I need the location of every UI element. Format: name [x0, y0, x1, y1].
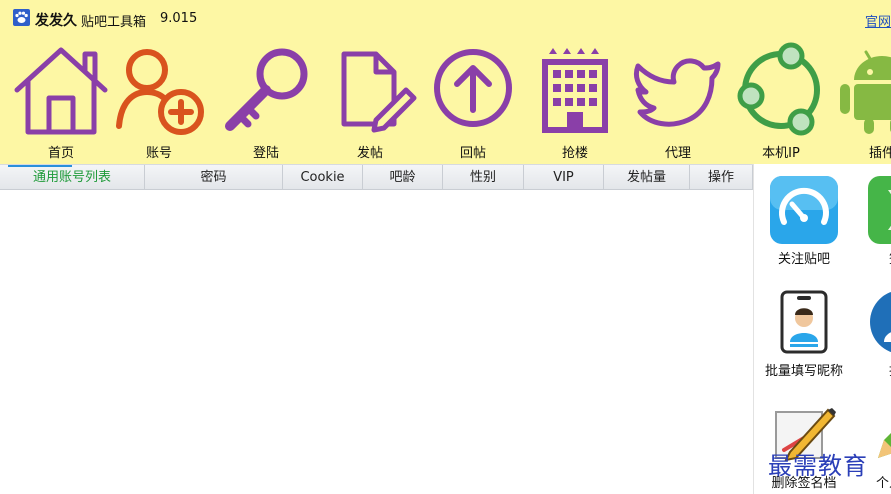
toolbar-local-ip-label: 本机IP: [762, 146, 800, 161]
toolbar-account-button[interactable]: 账号: [109, 36, 209, 164]
app-logo-icon: [13, 9, 30, 26]
feature-personal-button[interactable]: 个人资料: [854, 388, 891, 492]
toolbar-grab-label: 抢楼: [561, 146, 588, 161]
column-actions[interactable]: 操作: [690, 165, 753, 190]
toolbar-plugin-button[interactable]: 插件: [832, 36, 891, 164]
house-icon: [14, 47, 108, 135]
header: 发发久 贴吧工具箱 9.015 官网 首页 账号 登陆 发帖 回帖 抢楼 代理 …: [0, 0, 891, 164]
network-icon: [737, 42, 820, 136]
column-vip[interactable]: VIP: [524, 165, 604, 190]
column-password[interactable]: 密码: [145, 165, 283, 190]
bird-icon: [633, 58, 721, 127]
feature-batch-nickname-label: 批量填写昵称: [764, 364, 843, 379]
toolbar-login-label: 登陆: [252, 146, 279, 161]
account-table-header: 通用账号列表 密码 Cookie 吧龄 性别 VIP 发帖量 操作: [0, 164, 753, 190]
feature-follow-bar-button[interactable]: 关注贴吧: [756, 164, 852, 268]
toolbar-login-button[interactable]: 登陆: [216, 36, 316, 164]
toolbar-proxy-label: 代理: [664, 146, 691, 161]
app-subtitle: 贴吧工具箱: [81, 15, 147, 30]
column-gender[interactable]: 性别: [443, 165, 524, 190]
official-site-link[interactable]: 官网: [865, 11, 891, 30]
feature-sign-in-button[interactable]: 签到: [854, 164, 891, 268]
column-bar-age[interactable]: 吧龄: [363, 165, 443, 190]
toolbar-local-ip-button[interactable]: 本机IP: [731, 36, 831, 164]
feature-follow-bar-label: 关注贴吧: [777, 252, 830, 267]
toolbar-reply-label: 回帖: [459, 146, 486, 161]
feature-delete-signature-label: 删除签名档: [771, 476, 837, 491]
key-icon: [225, 48, 308, 131]
toolbar-home-label: 首页: [47, 146, 74, 161]
app-name: 发发久: [35, 13, 77, 29]
column-cookie[interactable]: Cookie: [283, 165, 363, 190]
account-table-body[interactable]: [0, 190, 753, 494]
active-tab-indicator: [8, 165, 72, 167]
upload-circle-icon: [434, 49, 512, 127]
toolbar-home-button[interactable]: 首页: [11, 36, 111, 164]
column-post-count[interactable]: 发帖量: [604, 165, 690, 190]
speedometer-icon: [770, 176, 838, 244]
toolbar-account-label: 账号: [145, 146, 172, 161]
app-window: 发发久 贴吧工具箱 9.015 官网 首页 账号 登陆 发帖 回帖 抢楼 代理 …: [0, 0, 891, 494]
title-bar: 发发久 贴吧工具箱 9.015 官网: [0, 0, 891, 36]
toolbar-plugin-label: 插件: [868, 146, 891, 161]
id-badge-icon: [780, 290, 828, 354]
profile-icon: [870, 291, 891, 353]
toolbar-reply-button[interactable]: 回帖: [423, 36, 523, 164]
building-icon: [542, 48, 608, 133]
feature-batch-other-button[interactable]: 批量: [854, 276, 891, 380]
pen-icon: [775, 408, 836, 462]
toolbar-grab-button[interactable]: 抢楼: [525, 36, 625, 164]
add-user-icon: [116, 49, 204, 135]
pencil-icon: [878, 433, 891, 458]
feature-delete-signature-button[interactable]: 删除签名档: [756, 388, 852, 492]
feature-panel: 关注贴吧 签到 批量填写昵称: [753, 164, 891, 494]
feature-batch-other-label: 批量: [854, 360, 891, 379]
feature-sign-in-label: 签到: [854, 248, 891, 267]
toolbar-post-label: 发帖: [356, 146, 383, 161]
edit-document-icon: [341, 51, 417, 133]
toolbar-post-button[interactable]: 发帖: [320, 36, 420, 164]
feature-personal-label: 个人资料: [875, 476, 891, 491]
feature-batch-nickname-button[interactable]: 批量填写昵称: [756, 276, 852, 380]
app-version: 9.015: [160, 11, 198, 26]
column-account-list[interactable]: 通用账号列表: [0, 165, 145, 190]
hourglass-icon: [868, 176, 891, 244]
android-icon: [840, 50, 891, 134]
toolbar-proxy-button[interactable]: 代理: [628, 36, 728, 164]
